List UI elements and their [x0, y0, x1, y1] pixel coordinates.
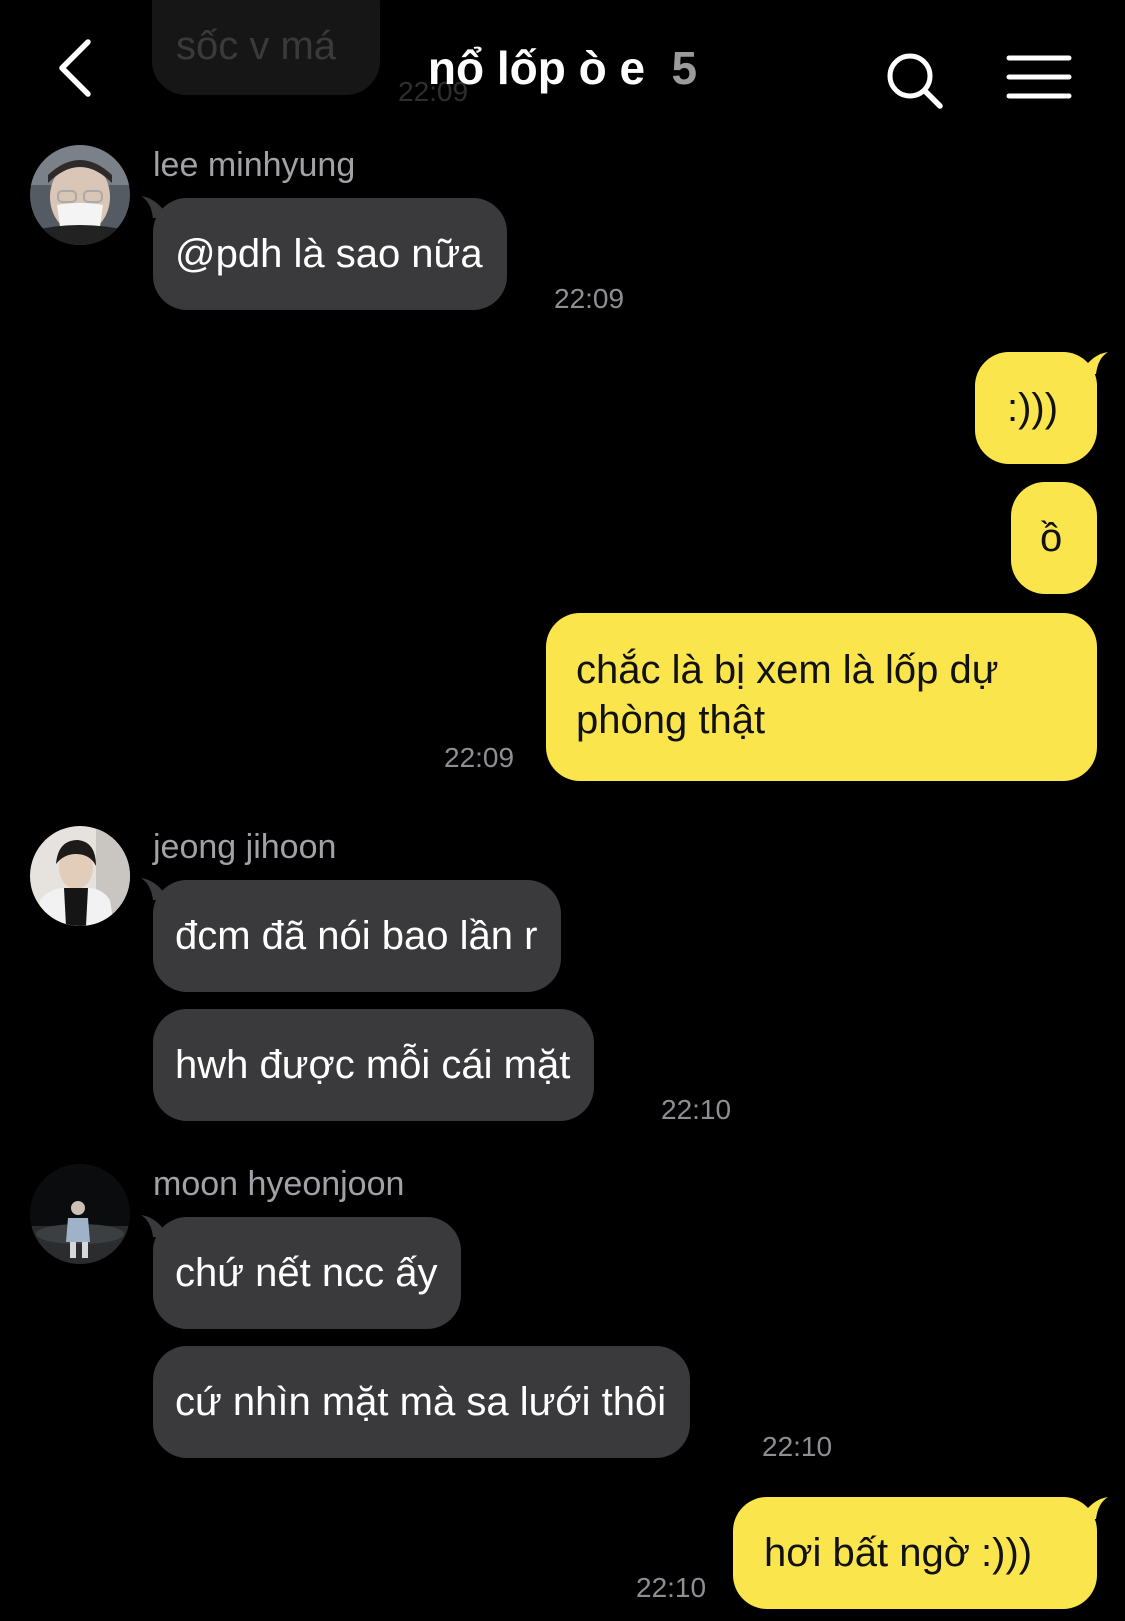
message-time: 22:10	[661, 1094, 732, 1125]
avatar-moon-hyeonjoon[interactable]	[30, 1164, 130, 1264]
message-time: 22:09	[554, 283, 625, 314]
avatar-jeong-jihoon-image	[30, 826, 130, 926]
bubble-tail	[1084, 1497, 1108, 1519]
search-button[interactable]	[884, 48, 948, 112]
message-time: 22:09	[444, 742, 515, 773]
message-time: 22:10	[636, 1572, 707, 1603]
search-icon	[887, 53, 943, 109]
member-count: 5	[671, 42, 698, 94]
menu-button[interactable]	[1006, 52, 1072, 102]
avatar-lee-minhyung-image	[30, 145, 130, 245]
own-message-bubble[interactable]: :)))	[975, 352, 1097, 464]
sender-name: jeong jihoon	[153, 828, 337, 866]
own-message-bubble[interactable]: hơi bất ngờ :)))	[733, 1497, 1097, 1609]
chat-header: nổ lốp ò e 5	[0, 0, 1125, 140]
chat-title-group: nổ lốp ò e 5	[0, 38, 1125, 98]
message-time: 22:10	[762, 1431, 833, 1462]
own-message-text: chắc là bị xem là lốp dự phòng thật	[576, 648, 999, 742]
message-bubble[interactable]: đcm đã nói bao lần r	[153, 880, 562, 992]
own-message-bubble[interactable]: chắc là bị xem là lốp dự phòng thật	[546, 613, 1097, 781]
message-bubble[interactable]: cứ nhìn mặt mà sa lưới thôi	[153, 1346, 691, 1458]
message-bubble[interactable]: hwh được mỗi cái mặt	[153, 1009, 595, 1121]
avatar-moon-hyeonjoon-image	[30, 1164, 130, 1264]
avatar-lee-minhyung[interactable]	[30, 145, 130, 245]
bubble-tail	[1084, 352, 1108, 374]
message-bubble[interactable]: @pdh là sao nữa	[153, 198, 507, 310]
sender-name: moon hyeonjoon	[153, 1165, 405, 1203]
hamburger-menu-icon	[1006, 55, 1072, 99]
own-message-bubble[interactable]: ồ	[1011, 482, 1097, 594]
sender-name: lee minhyung	[153, 146, 356, 184]
chat-title: nổ lốp ò e	[427, 42, 646, 94]
message-bubble[interactable]: chứ nết ncc ấy	[153, 1217, 462, 1329]
avatar-jeong-jihoon[interactable]	[30, 826, 130, 926]
